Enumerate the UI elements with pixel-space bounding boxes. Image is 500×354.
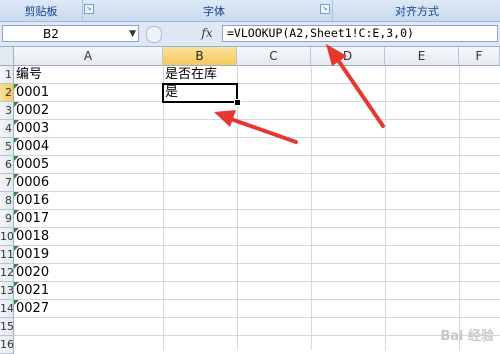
arrow-to-formula [326,44,385,128]
arrow-to-cell [214,110,298,144]
watermark: Bai 经验 [440,329,494,344]
annotation-arrows [214,44,385,144]
